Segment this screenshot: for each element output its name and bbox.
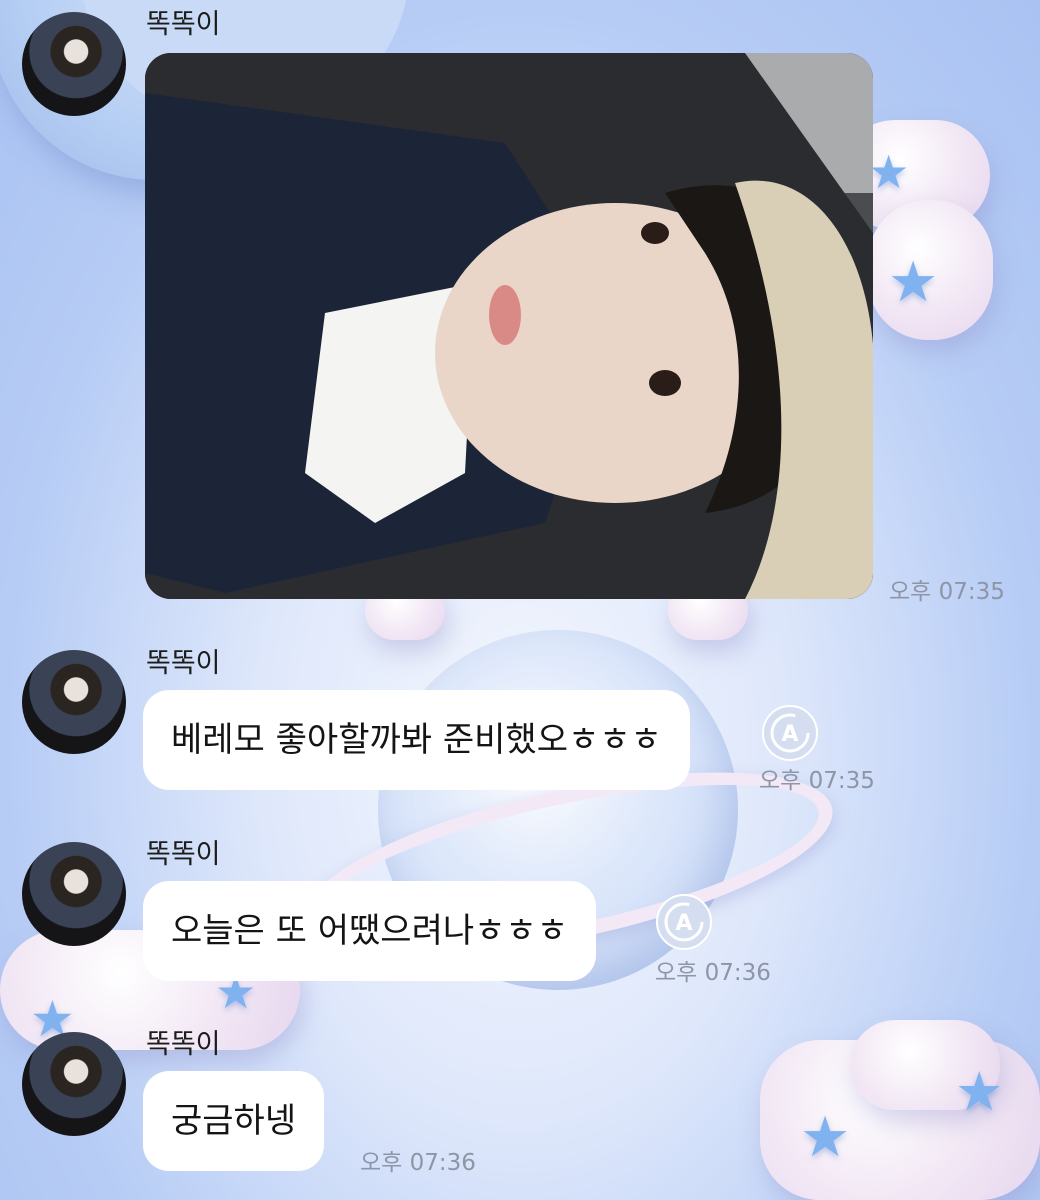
star-icon: ★ — [888, 250, 939, 315]
message-time: 오후 07:35 — [759, 768, 875, 794]
star-icon: ★ — [800, 1105, 851, 1170]
avatar[interactable] — [22, 12, 126, 116]
svg-text:A: A — [675, 911, 692, 936]
photo-image — [145, 53, 873, 599]
avatar[interactable] — [22, 1032, 126, 1136]
message-time: 오후 07:35 — [889, 579, 1005, 605]
sender-name: 똑똑이 — [146, 648, 221, 679]
message-time: 오후 07:36 — [655, 960, 771, 986]
svg-text:A: A — [781, 722, 798, 747]
message-bubble[interactable]: 오늘은 또 어땠으려나ㅎㅎㅎ — [143, 881, 596, 981]
message-time: 오후 07:36 — [360, 1150, 476, 1176]
sender-name: 똑똑이 — [146, 839, 221, 870]
message-bubble[interactable]: 베레모 좋아할까봐 준비했오ㅎㅎㅎ — [143, 690, 690, 790]
sender-name: 똑똑이 — [146, 1029, 221, 1060]
translate-icon[interactable]: A — [656, 894, 712, 950]
avatar[interactable] — [22, 842, 126, 946]
star-icon: ★ — [955, 1060, 1004, 1123]
star-icon: ★ — [868, 145, 910, 199]
photo-message[interactable] — [145, 53, 873, 599]
sender-name: 똑똑이 — [146, 9, 221, 40]
avatar[interactable] — [22, 650, 126, 754]
translate-icon[interactable]: A — [762, 705, 818, 761]
message-bubble[interactable]: 궁금하넹 — [143, 1071, 325, 1171]
